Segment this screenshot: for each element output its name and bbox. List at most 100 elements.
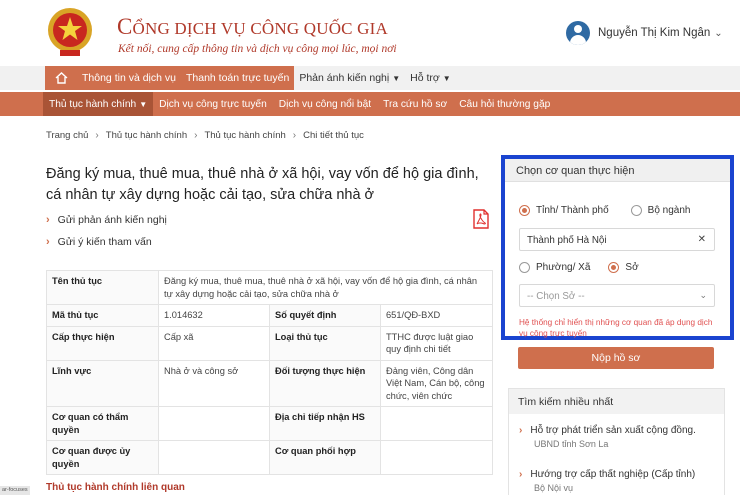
table-row: Lĩnh vực Nhà ở và công sở Đối tượng thực…: [46, 359, 493, 407]
procedure-links: › Gửi phản ánh kiến nghị › Gửi ý kiến th…: [46, 209, 167, 253]
agency-note: Hệ thống chỉ hiển thị những cơ quan đã á…: [519, 318, 713, 338]
header: CỔNG DỊCH VỤ CÔNG QUỐC GIA Kết nối, cung…: [0, 0, 740, 66]
site-title[interactable]: CỔNG DỊCH VỤ CÔNG QUỐC GIA: [117, 14, 388, 40]
subnav-admin-procedures[interactable]: Thủ tục hành chính ▼: [43, 92, 154, 116]
radio-province[interactable]: [519, 205, 530, 216]
chevron-right-icon: ›: [519, 425, 523, 436]
chevron-right-icon: ›: [292, 129, 297, 141]
site-title-initial: C: [117, 14, 133, 39]
breadcrumb-current: Chi tiết thủ tục: [303, 129, 364, 141]
related-procedures-heading: Thủ tục hành chính liên quan: [46, 482, 185, 493]
clear-icon[interactable]: ✕: [698, 234, 706, 245]
nav-info-services-label: Thông tin và dịch vụ: [82, 72, 176, 84]
chevron-right-icon: ›: [46, 236, 50, 248]
subnav-featured-services[interactable]: Dịch vụ công nổi bật: [273, 92, 377, 116]
send-consultation-link[interactable]: › Gửi ý kiến tham vấn: [46, 231, 167, 253]
breadcrumb-item[interactable]: Thủ tục hành chính: [204, 130, 285, 141]
site-title-rest: ỔNG DỊCH VỤ CÔNG QUỐC GIA: [132, 19, 388, 38]
table-label: Số quyết định: [269, 304, 381, 327]
send-consultation-label: Gửi ý kiến tham vấn: [57, 236, 152, 248]
nav-support[interactable]: Hỗ trợ ▼: [405, 66, 456, 90]
table-label: Lĩnh vực: [46, 359, 159, 407]
table-row: Cơ quan có thẩm quyền Địa chỉ tiếp nhận …: [46, 406, 493, 441]
procedure-info-table: Tên thủ tục Đăng ký mua, thuê mua, thuê …: [46, 270, 493, 475]
nav-online-payment[interactable]: Thanh toán trực tuyến: [180, 66, 295, 90]
radio-department-label: Sở: [625, 262, 639, 273]
top-nav: Thông tin và dịch vụ Thanh toán trực tuy…: [0, 66, 740, 90]
province-select[interactable]: Thành phố Hà Nội ✕: [519, 228, 715, 251]
breadcrumb-item[interactable]: Trang chủ: [46, 130, 88, 141]
chevron-down-icon: ▼: [139, 99, 148, 109]
search-item-org: UBND tỉnh Sơn La: [534, 439, 609, 449]
subnav-online-services[interactable]: Dịch vụ công trực tuyến: [153, 92, 273, 116]
table-row: Mã thủ tục 1.014632 Số quyết định 651/QĐ…: [46, 304, 493, 327]
table-value: Cấp xã: [158, 325, 270, 361]
table-value: [158, 406, 270, 441]
table-label: Cơ quan phối hợp: [269, 440, 381, 475]
subnav-faq-label: Câu hỏi thường gặp: [459, 98, 551, 110]
site-subtitle: Kết nối, cung cấp thông tin và dịch vụ c…: [118, 43, 397, 55]
subnav-faq[interactable]: Câu hỏi thường gặp: [453, 92, 556, 116]
table-value: [158, 440, 270, 475]
table-value: Nhà ở và công sở: [158, 359, 270, 407]
chevron-right-icon: ›: [95, 129, 99, 141]
table-label: Cơ quan được ủy quyền: [46, 440, 159, 475]
chevron-down-icon: ⌄: [714, 27, 723, 39]
page: CỔNG DỊCH VỤ CÔNG QUỐC GIA Kết nối, cung…: [0, 0, 740, 495]
table-value: 651/QĐ-BXD: [380, 304, 493, 327]
send-feedback-link[interactable]: › Gửi phản ánh kiến nghị: [46, 209, 167, 231]
agency-selection-panel: Chọn cơ quan thực hiện Tỉnh/ Thành phố B…: [501, 155, 734, 340]
table-label: Cấp thực hiện: [46, 325, 159, 361]
breadcrumb-item[interactable]: Thủ tục hành chính: [106, 130, 187, 141]
nav-feedback[interactable]: Phản ánh kiến nghị ▼: [294, 66, 405, 90]
national-emblem-icon[interactable]: [46, 6, 94, 58]
nav-support-label: Hỗ trợ: [410, 72, 440, 84]
radio-province-label: Tỉnh/ Thành phố: [536, 205, 609, 216]
search-item-title: Hỗ trợ phát triển sản xuất cộng đồng.: [530, 425, 696, 436]
agency-level-radio-group: Tỉnh/ Thành phố Bộ ngành: [519, 205, 690, 216]
nav-online-payment-label: Thanh toán trực tuyến: [185, 72, 290, 84]
corner-tag: ar-focuses: [0, 486, 30, 495]
agency-type-radio-group: Phường/ Xã Sở: [519, 262, 639, 273]
table-label: Loại thủ tục: [269, 325, 381, 361]
chevron-right-icon: ›: [46, 214, 50, 226]
radio-ministry[interactable]: [630, 205, 642, 216]
table-value: Đảng viên, Công dân Việt Nam, Cán bộ, cô…: [380, 359, 493, 407]
radio-department[interactable]: [608, 262, 620, 273]
table-value: 1.014632: [158, 304, 270, 327]
user-avatar-icon: [566, 21, 590, 45]
table-label: Cơ quan có thẩm quyền: [46, 406, 159, 441]
table-label: Mã thủ tục: [46, 304, 159, 327]
department-select-placeholder: -- Chọn Sở --: [527, 291, 585, 302]
user-name: Nguyễn Thị Kim Ngân: [598, 27, 711, 39]
user-menu[interactable]: Nguyễn Thị Kim Ngân ⌄: [566, 20, 723, 46]
list-item[interactable]: › Hướng trợ cấp thất nghiệp (Cấp tỉnh) B…: [519, 469, 695, 493]
department-select[interactable]: -- Chọn Sở -- ⌄: [519, 284, 715, 307]
most-searched-heading: Tìm kiếm nhiều nhất: [509, 389, 724, 414]
nav-feedback-label: Phản ánh kiến nghị: [299, 72, 390, 84]
radio-ward[interactable]: [519, 262, 530, 273]
table-label: Đối tượng thực hiện: [269, 359, 381, 407]
subnav-admin-procedures-label: Thủ tục hành chính: [49, 98, 137, 110]
search-item-title: Hướng trợ cấp thất nghiệp (Cấp tỉnh): [530, 469, 696, 480]
table-value: [380, 440, 493, 475]
subnav-lookup-dossier[interactable]: Tra cứu hồ sơ: [377, 92, 453, 116]
table-value: [380, 406, 493, 441]
home-button[interactable]: [45, 66, 77, 90]
subnav-featured-services-label: Dịch vụ công nổi bật: [278, 98, 372, 110]
table-row: Tên thủ tục Đăng ký mua, thuê mua, thuê …: [46, 270, 493, 305]
table-label: Địa chỉ tiếp nhận HS: [269, 406, 381, 441]
table-row: Cơ quan được ủy quyền Cơ quan phối hợp: [46, 440, 493, 475]
pdf-download-icon[interactable]: [473, 209, 489, 229]
chevron-down-icon: ▼: [392, 73, 401, 83]
chevron-down-icon: ▼: [442, 73, 451, 83]
chevron-right-icon: ›: [194, 129, 198, 141]
list-item[interactable]: › Hỗ trợ phát triển sản xuất cộng đồng. …: [519, 425, 696, 449]
nav-info-services[interactable]: Thông tin và dịch vụ: [77, 66, 181, 90]
submit-dossier-button[interactable]: Nộp hồ sơ: [518, 347, 714, 369]
subnav-lookup-dossier-label: Tra cứu hồ sơ: [383, 98, 448, 110]
sub-nav: Thủ tục hành chính ▼ Dịch vụ công trực tu…: [0, 92, 740, 116]
breadcrumb: Trang chủ › Thủ tục hành chính › Thủ tục…: [46, 128, 364, 142]
agency-panel-heading: Chọn cơ quan thực hiện: [505, 159, 730, 182]
table-row: Cấp thực hiện Cấp xã Loại thủ tục TTHC đ…: [46, 325, 493, 361]
